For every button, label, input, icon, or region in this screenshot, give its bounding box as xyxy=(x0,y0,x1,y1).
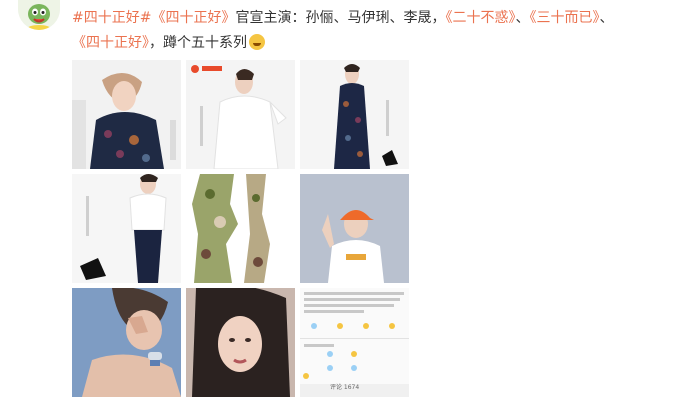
photo-woman-white-shirt[interactable] xyxy=(72,174,181,283)
photo-woman-orange-cap[interactable] xyxy=(300,174,409,283)
tail-text: ，蹲个五十系列 xyxy=(149,35,247,51)
photo-woman-selfie[interactable] xyxy=(186,288,295,397)
comment-count-label: 评论 1674 xyxy=(330,384,360,391)
photo-torn-floral-paper[interactable] xyxy=(186,174,295,283)
cartoon-avatar-icon xyxy=(18,0,60,30)
photo-woman-long-floral-dress[interactable] xyxy=(300,60,409,169)
post-text: #四十正好#《四十正好》官宣主演：孙俪、马伊琍、李晟，《二十不惑》、《三十而已》… xyxy=(72,6,672,56)
show-title-link[interactable]: 《四十正好》 xyxy=(72,35,149,51)
show-title-link[interactable]: 《二十不惑》 xyxy=(445,10,515,26)
lead-text: 官宣主演：孙俪、马伊琍、李晟， xyxy=(235,10,446,26)
photo-post-screenshot[interactable]: 评论 1674 xyxy=(300,288,409,397)
show-title-link[interactable]: 《四十正好》 xyxy=(151,10,235,26)
laughing-tears-emoji-icon xyxy=(249,34,265,50)
avatar[interactable] xyxy=(18,0,60,30)
photo-woman-floral-dress[interactable] xyxy=(72,60,181,169)
photo-woman-white-suit[interactable] xyxy=(186,60,295,169)
separator: 、 xyxy=(599,10,614,26)
photo-woman-hand-face[interactable] xyxy=(72,288,181,397)
image-grid: 评论 1674 xyxy=(72,60,410,400)
hashtag-link[interactable]: #四十正好# xyxy=(72,10,151,26)
show-title-link[interactable]: 《三十而已》 xyxy=(529,10,599,26)
separator: 、 xyxy=(515,10,530,26)
